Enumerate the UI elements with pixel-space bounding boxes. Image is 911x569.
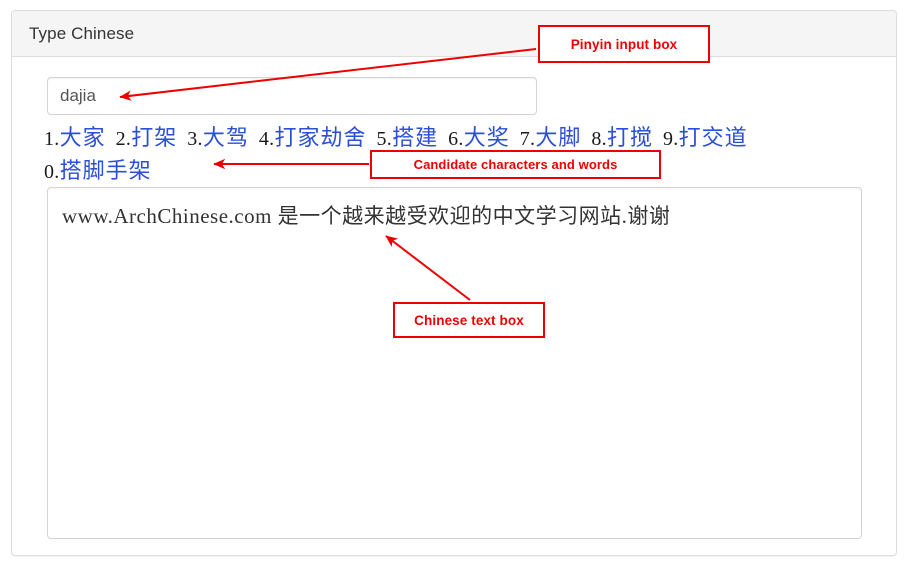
candidate-word: 搭建 xyxy=(392,125,439,150)
candidate-number: 7. xyxy=(519,128,536,150)
candidate-item[interactable]: 8.打搅 xyxy=(591,125,653,150)
pinyin-input[interactable] xyxy=(47,77,537,115)
candidate-number: 6. xyxy=(448,128,464,150)
candidate-word: 打家劫舍 xyxy=(274,125,367,150)
panel-header: Type Chinese xyxy=(12,11,896,57)
candidate-item[interactable]: 9.打交道 xyxy=(663,125,748,150)
screen: Type Chinese 1.大家 2.打架 3.大驾 4.打家劫舍 5.搭建 6.大奖 7… xyxy=(0,0,911,569)
candidate-number: 4. xyxy=(258,128,275,150)
chinese-text-input[interactable] xyxy=(47,187,862,539)
candidate-word: 打架 xyxy=(131,125,178,150)
candidate-word: 打搅 xyxy=(606,125,653,150)
page-title: Type Chinese xyxy=(29,23,135,43)
type-chinese-panel: Type Chinese 1.大家 2.打架 3.大驾 4.打家劫舍 5.搭建 6.大奖 7… xyxy=(11,10,897,556)
candidate-word: 大奖 xyxy=(463,125,510,150)
candidate-word: 大脚 xyxy=(535,125,582,150)
candidate-item[interactable]: 5.搭建 xyxy=(377,125,439,150)
candidate-number: 1. xyxy=(44,128,60,150)
candidate-number: 2. xyxy=(115,128,132,150)
candidate-item[interactable]: 7.大脚 xyxy=(520,125,582,150)
candidate-item[interactable]: 2.打架 xyxy=(116,125,178,150)
candidate-word: 大家 xyxy=(59,125,106,150)
annotation-label-chinese-textbox: Chinese text box xyxy=(393,302,545,338)
candidate-item[interactable]: 1.大家 xyxy=(44,125,106,150)
annotation-label-pinyin-input: Pinyin input box xyxy=(538,25,710,63)
candidate-word: 搭脚手架 xyxy=(59,158,152,183)
candidate-item[interactable]: 0.搭脚手架 xyxy=(44,158,152,183)
candidate-word: 打交道 xyxy=(678,125,748,150)
candidate-item[interactable]: 3.大驾 xyxy=(187,125,249,150)
candidate-number: 0. xyxy=(44,161,60,183)
candidate-number: 9. xyxy=(663,128,679,150)
annotation-label-candidates: Candidate characters and words xyxy=(370,150,661,179)
candidate-item[interactable]: 6.大奖 xyxy=(448,125,510,150)
candidate-number: 8. xyxy=(591,128,607,150)
candidate-word: 大驾 xyxy=(202,125,249,150)
candidate-number: 5. xyxy=(376,128,393,150)
candidate-number: 3. xyxy=(187,128,203,150)
candidate-item[interactable]: 4.打家劫舍 xyxy=(259,125,367,150)
